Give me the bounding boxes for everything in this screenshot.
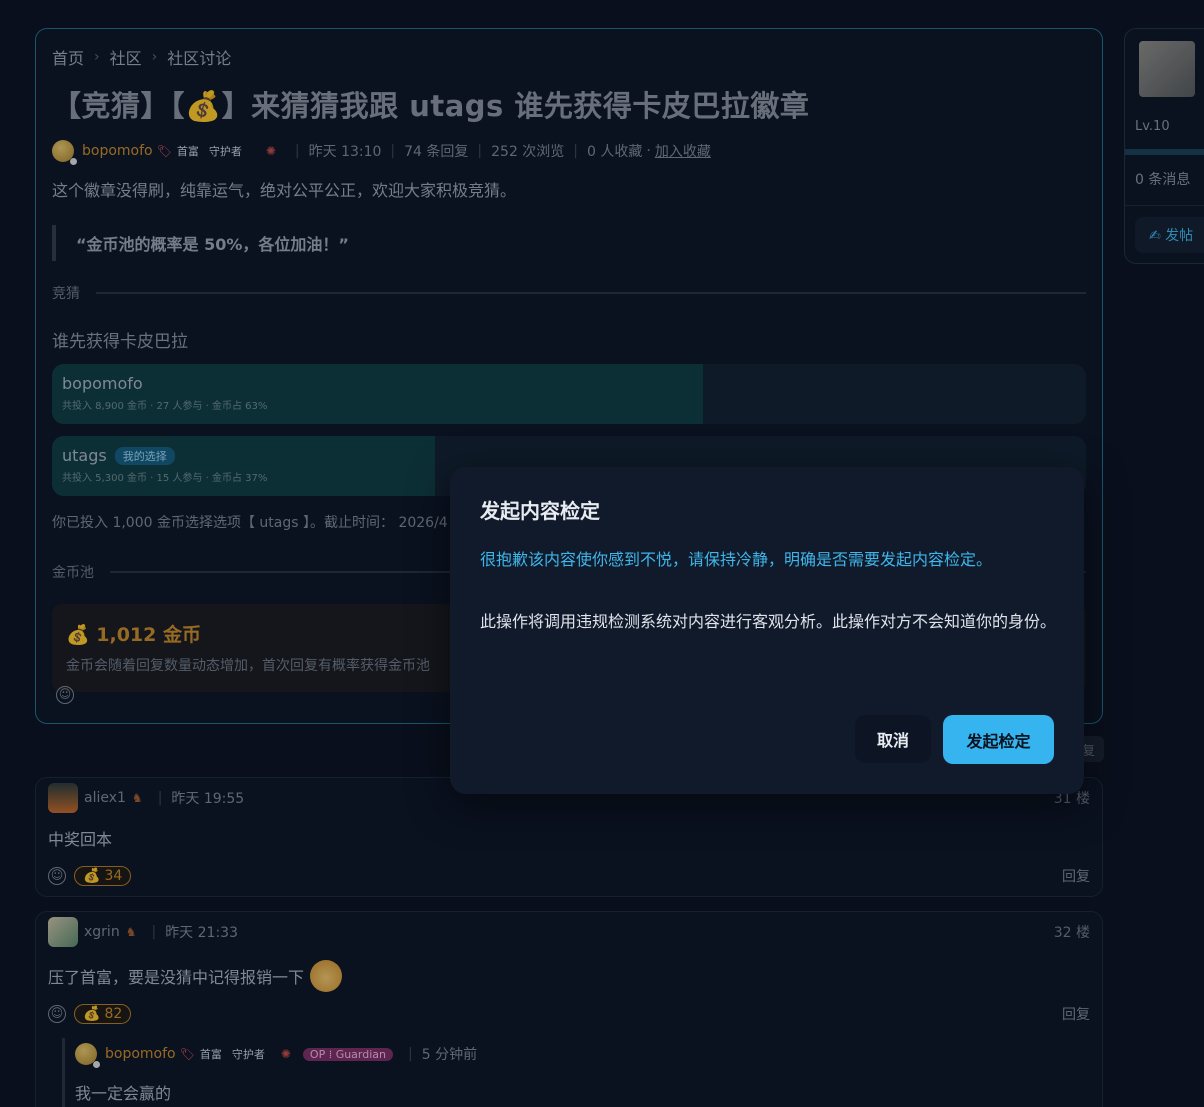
- content-check-dialog: 发起内容检定 很抱歉该内容使你感到不悦，请保持冷静，明确是否需要发起内容检定。 …: [450, 467, 1084, 794]
- cancel-button[interactable]: 取消: [855, 715, 931, 763]
- dialog-warning: 很抱歉该内容使你感到不悦，请保持冷静，明确是否需要发起内容检定。: [480, 550, 993, 569]
- start-check-button[interactable]: 发起检定: [943, 715, 1054, 764]
- dialog-description: 此操作将调用违规检测系统对内容进行客观分析。此操作对方不会知道你的身份。: [480, 612, 1057, 631]
- dialog-title: 发起内容检定: [480, 499, 600, 523]
